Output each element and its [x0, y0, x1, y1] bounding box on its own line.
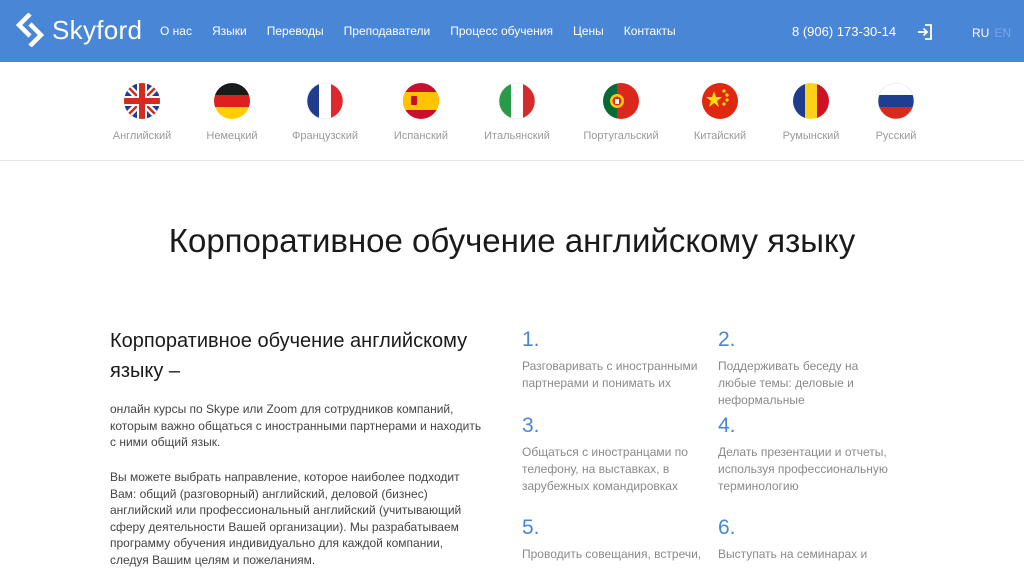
feature-text: Проводить совещания, встречи, [522, 547, 702, 561]
feature-number: 2. [718, 328, 736, 351]
language-switcher: RU EN [972, 26, 1011, 40]
logo[interactable]: Skyford [16, 13, 142, 47]
language-item-german[interactable]: Немецкий [182, 82, 282, 142]
feature-number: 5. [522, 516, 540, 539]
italy-flag-icon [498, 82, 536, 120]
main-nav: О нас Языки Переводы Преподаватели Проце… [160, 0, 696, 62]
language-item-french[interactable]: Французский [275, 82, 375, 142]
feature-item-3: 3. Общаться с иностранцами по телефону, … [522, 414, 702, 495]
login-icon[interactable] [916, 23, 934, 41]
feature-number: 3. [522, 414, 540, 437]
spain-flag-icon [403, 83, 439, 119]
feature-item-2: 2. Поддерживать беседу на любые темы: де… [718, 328, 898, 409]
languages-row: Английский Немецкий Французский Испански… [0, 62, 1024, 161]
france-flag-icon [306, 82, 344, 120]
feature-number: 1. [522, 328, 540, 351]
romania-flag-icon [793, 83, 829, 119]
nav-prices[interactable]: Цены [573, 24, 604, 38]
top-header: Skyford О нас Языки Переводы Преподавате… [0, 0, 1024, 62]
feature-item-4: 4. Делать презентации и отчеты, использу… [718, 414, 898, 495]
language-label: Китайский [693, 130, 747, 142]
language-label: Испанский [393, 130, 449, 142]
nav-learning-process[interactable]: Процесс обучения [450, 24, 553, 38]
intro-paragraph: онлайн курсы по Skype или Zoom для сотру… [110, 402, 482, 449]
language-item-chinese[interactable]: Китайский [670, 82, 770, 142]
details-paragraph: Вы можете выбрать направление, которое н… [110, 470, 462, 567]
language-label: Русский [875, 130, 917, 142]
language-label: Немецкий [206, 130, 258, 142]
skyford-logo-icon [16, 13, 44, 47]
nav-about[interactable]: О нас [160, 24, 192, 38]
nav-translations[interactable]: Переводы [267, 24, 324, 38]
uk-flag-icon [124, 83, 160, 119]
lang-ru[interactable]: RU [972, 26, 989, 40]
language-item-italian[interactable]: Итальянский [467, 82, 567, 142]
language-item-russian[interactable]: Русский [846, 82, 946, 142]
nav-languages[interactable]: Языки [212, 24, 247, 38]
language-item-portuguese[interactable]: Португальский [571, 82, 671, 142]
language-item-spanish[interactable]: Испанский [371, 82, 471, 142]
feature-item-5: 5. Проводить совещания, встречи, [522, 516, 702, 563]
feature-item-1: 1. Разговаривать с иностранными партнера… [522, 328, 702, 392]
feature-text: Поддерживать беседу на любые темы: делов… [718, 359, 859, 407]
page-title: Корпоративное обучение английскому языку [168, 222, 856, 259]
nav-teachers[interactable]: Преподаватели [344, 24, 431, 38]
feature-text: Общаться с иностранцами по телефону, на … [522, 445, 688, 493]
feature-item-6: 6. Выступать на семинарах и [718, 516, 898, 563]
phone-number[interactable]: 8 (906) 173-30-14 [792, 24, 896, 39]
russia-flag-icon [877, 82, 915, 120]
language-label: Французский [292, 130, 358, 142]
feature-number: 6. [718, 516, 736, 539]
feature-number: 4. [718, 414, 736, 437]
language-label: Португальский [583, 130, 659, 142]
feature-text: Делать презентации и отчеты, используя п… [718, 445, 888, 493]
language-item-english[interactable]: Английский [92, 82, 192, 142]
language-label: Итальянский [484, 130, 550, 142]
feature-text: Разговаривать с иностранными партнерами … [522, 359, 698, 390]
nav-contacts[interactable]: Контакты [624, 24, 676, 38]
language-label: Английский [112, 130, 172, 142]
section-subtitle: Корпоративное обучение английскому языку… [110, 330, 468, 382]
lang-en[interactable]: EN [994, 26, 1011, 40]
portugal-flag-icon [603, 83, 639, 119]
germany-flag-icon [214, 83, 250, 119]
feature-text: Выступать на семинарах и [718, 547, 868, 561]
brand-name: Skyford [52, 14, 143, 45]
china-flag-icon [702, 83, 738, 119]
